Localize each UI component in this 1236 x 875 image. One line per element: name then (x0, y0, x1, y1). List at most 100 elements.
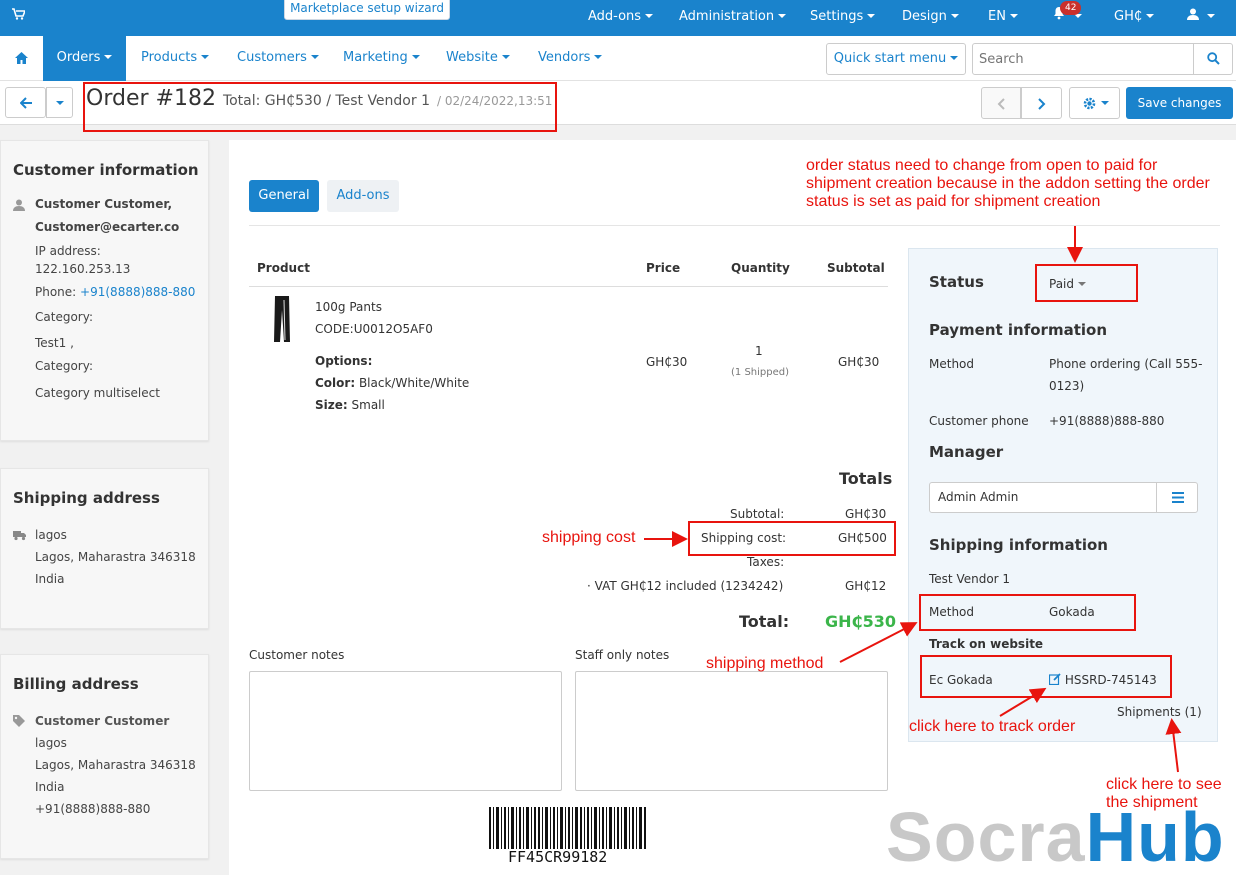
annotation-track-order: click here to track order (909, 718, 1076, 735)
product-name-link[interactable]: 100g Pants (315, 300, 382, 314)
quick-start-menu-button[interactable]: Quick start menu (826, 43, 966, 75)
nav-products[interactable]: Products (141, 36, 210, 81)
chevron-down-icon (411, 54, 420, 59)
language-selector[interactable]: EN (988, 0, 1018, 36)
product-quantity: 1 (755, 344, 763, 358)
nav-website-label: Website (446, 50, 498, 65)
notification-count-badge: 42 (1060, 1, 1082, 15)
currency-selector[interactable]: GH₵ (1114, 0, 1155, 36)
customer-name-link[interactable]: Customer Customer, (35, 197, 172, 211)
nav-marketing-label: Marketing (343, 50, 408, 65)
next-order-button[interactable] (1021, 87, 1062, 119)
customer-email-link[interactable]: Customer@ecarter.co (35, 220, 179, 234)
cart-icon[interactable] (12, 0, 27, 36)
manager-picker-button[interactable] (1156, 482, 1198, 513)
nav-customers[interactable]: Customers (237, 36, 319, 81)
total-label: Total: (739, 612, 790, 631)
chevron-left-icon (997, 98, 1005, 110)
annotation-status-line-1: order status need to change from open to… (806, 157, 1158, 174)
nav-vendors-label: Vendors (538, 50, 591, 65)
nav-website[interactable]: Website (446, 36, 510, 81)
top-menu-design-label: Design (902, 9, 947, 24)
billing-line-2: Lagos, Maharastra 346318 (35, 758, 196, 772)
staff-notes-label: Staff only notes (575, 648, 670, 662)
billing-address-card: Billing address Customer Customer lagos … (0, 654, 209, 859)
settings-dropdown-button[interactable] (1069, 87, 1120, 119)
tag-icon (13, 715, 25, 727)
billing-name: Customer Customer (35, 714, 170, 728)
top-menu-addons[interactable]: Add-ons (588, 0, 654, 36)
chevron-down-icon (594, 54, 603, 59)
top-menu-settings-label: Settings (810, 9, 864, 24)
track-on-website-heading: Track on website (929, 637, 1044, 651)
back-button[interactable] (5, 87, 46, 118)
payment-method-value-line-2: 0123) (1049, 379, 1085, 393)
ip-value: 122.160.253.13 (35, 262, 131, 276)
size-value: Small (351, 398, 385, 412)
customer-phone-value: +91(8888)888-880 (1049, 414, 1165, 428)
list-icon (1172, 492, 1184, 503)
annotation-shipping-cost: shipping cost (542, 529, 636, 546)
taxes-label: Taxes: (747, 555, 785, 569)
manager-field[interactable]: Admin Admin (929, 482, 1157, 513)
billing-address-heading: Billing address (13, 675, 139, 693)
annotation-box-status (1035, 264, 1138, 302)
shipping-address-card: Shipping address lagos Lagos, Maharastra… (0, 468, 209, 629)
search-icon (1207, 52, 1220, 65)
nav-orders[interactable]: Orders (43, 36, 126, 81)
search-button[interactable] (1193, 43, 1233, 75)
chevron-down-icon (950, 55, 959, 60)
chevron-down-icon (1009, 13, 1018, 18)
top-menu-settings[interactable]: Settings (810, 0, 876, 36)
size-option: Size: Small (315, 398, 385, 412)
tab-addons[interactable]: Add-ons (327, 180, 399, 212)
annotation-shipping-method: shipping method (706, 655, 824, 672)
ip-label: IP address: (35, 244, 101, 258)
color-value: Black/White/White (358, 376, 470, 390)
payment-information-heading: Payment information (929, 321, 1108, 339)
billing-phone-link[interactable]: +91(8888)888-880 (35, 802, 150, 816)
subtotal-value: GH₵30 (845, 507, 887, 521)
category-label: Category: (35, 359, 93, 373)
arrow-left-icon (20, 97, 32, 109)
billing-line-1: lagos (35, 736, 67, 750)
search-input[interactable] (972, 43, 1194, 75)
user-icon (13, 199, 25, 211)
chevron-down-icon (1146, 13, 1155, 18)
currency-label: GH₵ (1114, 9, 1143, 24)
back-dropdown-button[interactable] (46, 87, 73, 118)
top-menu-addons-label: Add-ons (588, 9, 642, 24)
billing-line-3: India (35, 780, 65, 794)
subtotal-label: Subtotal: (730, 507, 785, 521)
customer-notes-textarea[interactable] (249, 671, 562, 791)
shipping-line-3: India (35, 572, 65, 586)
staff-notes-textarea[interactable] (575, 671, 888, 791)
shipments-link[interactable]: Shipments (1) (1117, 705, 1202, 719)
nav-marketing[interactable]: Marketing (343, 36, 420, 81)
watermark-part-1: Socra (886, 798, 1086, 875)
save-changes-button[interactable]: Save changes (1126, 87, 1233, 119)
annotation-box-shipping-cost (688, 521, 896, 556)
payment-method-value-line-1: Phone ordering (Call 555- (1049, 357, 1203, 371)
customer-information-heading: Customer information (13, 161, 199, 179)
main-nav: Orders Products Customers Marketing Webs… (0, 36, 1236, 81)
divider (249, 225, 1220, 226)
vat-value: GH₵12 (845, 579, 887, 593)
home-icon[interactable] (0, 36, 43, 81)
shipping-address-heading: Shipping address (13, 489, 160, 507)
chevron-down-icon (867, 13, 876, 18)
top-menu-design[interactable]: Design (902, 0, 959, 36)
user-icon[interactable] (1187, 0, 1216, 36)
category-label: Category: (35, 310, 93, 324)
category-value: Category multiselect (35, 386, 160, 400)
nav-orders-label: Orders (56, 50, 101, 65)
product-thumbnail[interactable] (273, 296, 291, 344)
nav-vendors[interactable]: Vendors (538, 36, 603, 81)
phone-link[interactable]: +91(8888)888-880 (80, 285, 195, 299)
tab-general[interactable]: General (249, 180, 319, 212)
top-menu-administration[interactable]: Administration (679, 0, 787, 36)
chevron-down-icon (201, 54, 210, 59)
marketplace-setup-wizard-button[interactable]: Marketplace setup wizard (284, 0, 450, 20)
column-header-product: Product (257, 261, 310, 275)
prev-order-button[interactable] (981, 87, 1021, 119)
